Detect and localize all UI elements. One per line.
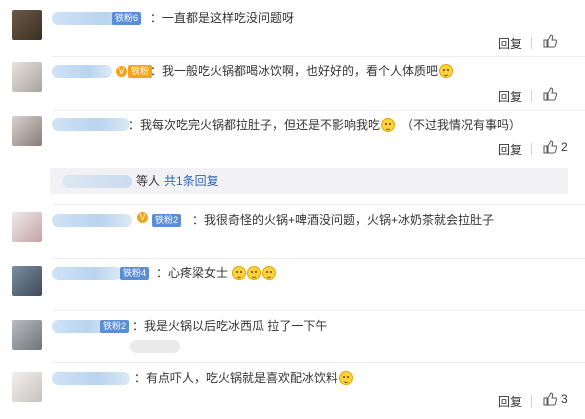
like-button[interactable]: 2 xyxy=(543,140,568,154)
more-replies-link[interactable]: 共1条回复 xyxy=(164,173,219,189)
comment-item: ：有点吓人，吃火锅就是喜欢配冰饮料 回复 3 xyxy=(0,362,585,419)
smiley-emoji-icon xyxy=(381,118,396,132)
like-count: 2 xyxy=(561,140,568,154)
username-blurred[interactable] xyxy=(52,65,112,78)
smiley-emoji-icon xyxy=(262,266,277,280)
comment-text: ：我一般吃火锅都喝冰饮啊，也好好的，看个人体质吧 xyxy=(150,63,454,79)
comment-text-body: ：有点吓人，吃火锅就是喜欢配冰饮料 xyxy=(134,371,339,385)
comment-text: ：有点吓人，吃火锅就是喜欢配冰饮料 xyxy=(134,370,354,386)
reply-button[interactable]: 回复 xyxy=(498,393,522,410)
like-count: 3 xyxy=(561,392,568,406)
blurred-text xyxy=(130,340,180,353)
fan-badge: 铁粉2 xyxy=(152,214,182,227)
comment-item: ：我每次吃完火锅都拉肚子，但还是不影响我吃 （不过我情况有事吗） 回复 2 xyxy=(0,110,585,166)
thumbs-up-icon xyxy=(543,392,557,406)
comment-item: 铁粉6 ：一直都是这样吃没问题呀 回复 xyxy=(0,0,585,56)
comment-item: V 铁粉2 ：我很奇怪的火锅+啤酒没问题，火锅+冰奶茶就会拉肚子 xyxy=(0,204,585,258)
avatar[interactable] xyxy=(12,62,42,92)
comment-text: ：我每次吃完火锅都拉肚子，但还是不影响我吃 （不过我情况有事吗） xyxy=(128,117,521,133)
comment-text-body: ：我一般吃火锅都喝冰饮啊，也好好的，看个人体质吧 xyxy=(150,64,439,78)
username-blurred[interactable] xyxy=(52,118,130,131)
comment-item: V 铁粉 ：我一般吃火锅都喝冰饮啊，也好好的，看个人体质吧 回复 xyxy=(0,56,585,110)
avatar[interactable] xyxy=(12,116,42,146)
comment-text-extra: （不过我情况有事吗） xyxy=(401,118,522,132)
avatar[interactable] xyxy=(12,10,42,40)
reply-button[interactable]: 回复 xyxy=(498,141,522,158)
more-replies-bar: 等人 共1条回复 xyxy=(50,168,568,194)
thumbs-up-icon xyxy=(543,140,557,154)
smiley-emoji-icon xyxy=(247,266,262,280)
comment-text: ：我是火锅以后吃冰西瓜 拉了一下午 xyxy=(132,319,328,333)
thumbs-up-icon xyxy=(543,87,557,101)
avatar[interactable] xyxy=(12,266,42,296)
username-blurred[interactable] xyxy=(52,214,132,227)
like-button[interactable]: 3 xyxy=(543,392,568,406)
comment-text: ：一直都是这样吃没问题呀 xyxy=(150,11,295,25)
vip-icon: V xyxy=(116,66,127,77)
reply-button[interactable]: 回复 xyxy=(498,88,522,105)
fan-badge: 铁粉2 xyxy=(100,320,130,333)
comment-text-body: ：我每次吃完火锅都拉肚子，但还是不影响我吃 xyxy=(128,118,381,132)
comment-text: ：我很奇怪的火锅+啤酒没问题，火锅+冰奶茶就会拉肚子 xyxy=(192,213,495,227)
vip-icon: V xyxy=(137,212,148,223)
like-button[interactable] xyxy=(543,34,561,48)
fan-badge: 铁粉4 xyxy=(120,267,150,280)
more-replies-suffix: 等人 xyxy=(136,174,161,188)
username-blurred[interactable] xyxy=(52,372,130,385)
divider xyxy=(531,395,532,407)
reply-button[interactable]: 回复 xyxy=(498,35,522,52)
comment-item: 铁粉4 ：心疼梁女士 xyxy=(0,258,585,310)
username-blurred[interactable] xyxy=(52,267,122,280)
fan-badge: 铁粉 xyxy=(128,65,153,78)
avatar[interactable] xyxy=(12,372,42,402)
username-blurred[interactable] xyxy=(62,175,132,188)
avatar[interactable] xyxy=(12,212,42,242)
thumbs-up-icon xyxy=(543,34,557,48)
smiley-emoji-icon xyxy=(439,64,454,78)
divider xyxy=(531,37,532,49)
like-button[interactable] xyxy=(543,87,561,101)
comment-text-body: ：心疼梁女士 xyxy=(156,266,229,280)
fan-badge: 铁粉6 xyxy=(112,12,142,25)
surprised-emoji-icon xyxy=(339,371,354,385)
avatar[interactable] xyxy=(12,320,42,350)
smiley-emoji-icon xyxy=(232,266,247,280)
comment-item: 铁粉2 ：我是火锅以后吃冰西瓜 拉了一下午 xyxy=(0,310,585,362)
divider xyxy=(531,143,532,155)
divider xyxy=(531,90,532,102)
comment-text: ：心疼梁女士 xyxy=(156,265,277,281)
